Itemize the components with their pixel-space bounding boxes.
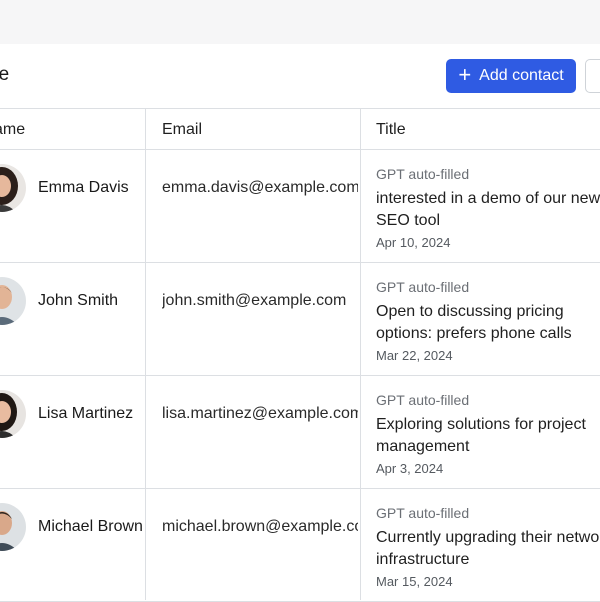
contacts-table: ame Email Title Emma Davis emma.davis@ex…	[0, 108, 600, 602]
column-header-email[interactable]: Email	[162, 109, 202, 149]
page-header: ome + Add contact	[0, 44, 600, 108]
contact-email[interactable]: emma.davis@example.com	[162, 179, 358, 197]
contact-email[interactable]: lisa.martinez@example.com	[162, 405, 358, 423]
top-bar	[0, 0, 600, 44]
table-header: ame Email Title	[0, 108, 600, 150]
contact-title: Exploring solutions for project manageme…	[376, 416, 586, 455]
secondary-button[interactable]	[585, 59, 600, 93]
contact-email[interactable]: michael.brown@example.co	[162, 518, 358, 536]
avatar-man-icon	[0, 277, 26, 325]
avatar	[0, 164, 26, 212]
contact-date: Apr 3, 2024	[376, 461, 444, 476]
contact-date: Apr 10, 2024	[376, 235, 451, 250]
avatar	[0, 277, 26, 325]
contact-title: Currently upgrading their network infras…	[376, 529, 600, 568]
contact-title: Open to discussing pricing options: pref…	[376, 303, 572, 342]
avatar-man-icon	[0, 503, 26, 551]
table-row[interactable]: Michael Brown michael.brown@example.co G…	[0, 489, 600, 602]
avatar-woman-icon	[0, 164, 26, 212]
avatar	[0, 503, 26, 551]
source-label: GPT auto-filled	[376, 279, 470, 295]
contact-name[interactable]: Emma Davis	[38, 179, 129, 197]
page-title: ome	[0, 64, 10, 85]
table-row[interactable]: Emma Davis emma.davis@example.com GPT au…	[0, 150, 600, 263]
source-label: GPT auto-filled	[376, 392, 470, 408]
table-row[interactable]: John Smith john.smith@example.com GPT au…	[0, 263, 600, 376]
add-contact-label: Add contact	[479, 67, 564, 84]
column-header-name[interactable]: ame	[0, 109, 25, 149]
source-label: GPT auto-filled	[376, 505, 470, 521]
contact-date: Mar 22, 2024	[376, 348, 453, 363]
add-contact-button[interactable]: + Add contact	[446, 59, 576, 93]
contact-name[interactable]: Michael Brown	[38, 518, 143, 536]
contact-name[interactable]: John Smith	[38, 292, 118, 310]
table-row[interactable]: Lisa Martinez lisa.martinez@example.com …	[0, 376, 600, 489]
contact-email[interactable]: john.smith@example.com	[162, 292, 358, 310]
contact-name[interactable]: Lisa Martinez	[38, 405, 133, 423]
avatar-woman-icon	[0, 390, 26, 438]
contact-title: interested in a demo of our new SEO tool	[376, 190, 600, 229]
source-label: GPT auto-filled	[376, 166, 470, 182]
plus-icon: +	[458, 62, 472, 87]
contact-date: Mar 15, 2024	[376, 574, 453, 589]
avatar	[0, 390, 26, 438]
column-header-title[interactable]: Title	[376, 109, 406, 149]
